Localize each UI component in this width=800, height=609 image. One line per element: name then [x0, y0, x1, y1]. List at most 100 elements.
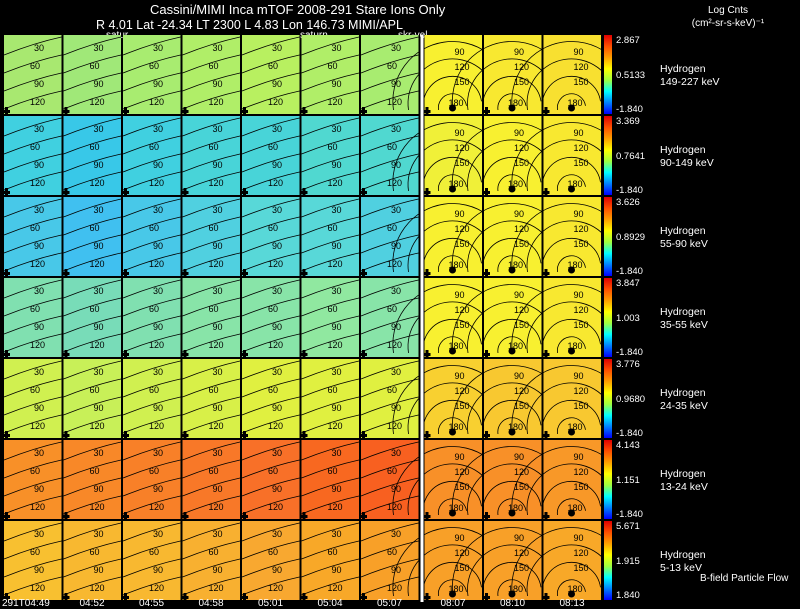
contour-label: 90 — [213, 160, 223, 170]
colorbar-min-value: -1.840 — [616, 104, 643, 115]
contour-label: 120 — [387, 178, 402, 188]
contour-label: 90 — [455, 47, 465, 57]
cross-marker — [302, 350, 306, 359]
contour-label: 90 — [455, 533, 465, 543]
heatmap-panel: 306090120 — [359, 521, 419, 602]
contour-label: 60 — [387, 142, 397, 152]
contour-label: 90 — [34, 565, 44, 575]
contour-label: 30 — [332, 529, 342, 539]
contour-label: 30 — [153, 43, 163, 53]
contour-label: 90 — [34, 241, 44, 251]
heatmap-panel: 306090120 — [180, 440, 241, 521]
heatmap-panel: 306090120 — [121, 116, 181, 197]
cross-marker — [302, 188, 306, 197]
heatmap-panel: 306090120 — [180, 116, 241, 197]
cross-marker — [485, 350, 488, 359]
contour-label: 90 — [455, 209, 465, 219]
contour-label: 60 — [149, 61, 159, 71]
cross-marker — [544, 512, 548, 521]
cross-marker — [5, 269, 8, 278]
contour-label: 120 — [328, 97, 343, 107]
colorbar-max-value: 4.143 — [616, 440, 640, 451]
cross-marker — [183, 593, 187, 602]
contour-label: 30 — [213, 43, 223, 53]
contour-label: 30 — [153, 286, 163, 296]
contour-label: 30 — [272, 529, 282, 539]
heatmap-panel: 306090120 — [61, 197, 122, 278]
energy-range: 13-24 keV — [660, 481, 708, 493]
time-label: 05:04 — [317, 598, 343, 609]
cross-marker — [183, 350, 187, 359]
cross-marker — [362, 431, 365, 440]
cross-marker — [64, 107, 68, 116]
contour-label: 60 — [328, 547, 338, 557]
contour-label: 60 — [209, 304, 219, 314]
contour-label: 120 — [328, 421, 343, 431]
heatmap-panel: 306090120 — [180, 197, 241, 278]
cross-marker — [183, 269, 187, 278]
heatmap-panel: 306090120 — [299, 359, 360, 440]
contour-label: 30 — [153, 124, 163, 134]
cross-marker — [5, 188, 8, 197]
contour-label: 60 — [90, 142, 100, 152]
colorbar-mid-value: 0.9680 — [616, 393, 646, 405]
sun-marker — [568, 104, 575, 112]
contour-label: 60 — [149, 142, 159, 152]
contour-label: 120 — [149, 340, 164, 350]
contour-label: 30 — [34, 205, 44, 215]
contour-label: 150 — [574, 320, 589, 330]
contour-label: 60 — [30, 304, 40, 314]
cross-marker — [362, 350, 365, 359]
heatmap-panel: 306090120 — [359, 116, 419, 197]
species-name: Hydrogen — [660, 144, 706, 156]
contour-label: 90 — [34, 484, 44, 494]
contour-label: 60 — [387, 223, 397, 233]
heatmap-panel: 306090120 — [2, 521, 62, 602]
contour-label: 90 — [153, 79, 163, 89]
contour-label: 120 — [455, 143, 470, 153]
contour-label: 120 — [268, 583, 283, 593]
contour-label: 150 — [574, 239, 589, 249]
contour-label: 30 — [272, 367, 282, 377]
contour-label: 30 — [94, 448, 104, 458]
species-name: Hydrogen — [660, 468, 706, 480]
cross-marker — [425, 431, 429, 440]
contour-label: 120 — [209, 178, 224, 188]
contour-label: 90 — [574, 47, 584, 57]
colorbar-min-value: 1.840 — [616, 590, 640, 601]
heatmap-panel: 306090120 — [180, 521, 241, 602]
contour-label: 120 — [268, 178, 283, 188]
cross-marker — [64, 431, 68, 440]
heatmap-panel: 306090120 — [180, 278, 241, 359]
contour-label: 60 — [90, 61, 100, 71]
contour-label: 30 — [213, 448, 223, 458]
contour-label: 60 — [90, 304, 100, 314]
cross-marker — [64, 593, 68, 602]
contour-label: 30 — [272, 448, 282, 458]
contour-label: 120 — [574, 305, 589, 315]
contour-label: 120 — [387, 97, 402, 107]
cross-marker — [243, 350, 246, 359]
cross-marker — [544, 350, 548, 359]
heatmap-panel: 306090120 — [121, 521, 181, 602]
species-label: Hydrogen 55-90 keV — [660, 225, 708, 251]
contour-label: 120 — [455, 467, 470, 477]
contour-label: 120 — [514, 143, 529, 153]
contour-label: 60 — [90, 466, 100, 476]
contour-label: 90 — [574, 290, 584, 300]
contour-label: 90 — [574, 128, 584, 138]
contour-label: 90 — [272, 79, 282, 89]
heatmap-panel: 306090120 — [61, 521, 122, 602]
colorbar-max-value: 3.776 — [616, 359, 640, 370]
contour-label: 120 — [149, 259, 164, 269]
cross-marker — [425, 107, 429, 116]
contour-label: 90 — [34, 79, 44, 89]
contour-label: 90 — [455, 290, 465, 300]
contour-label: 60 — [268, 385, 278, 395]
sun-marker — [568, 509, 575, 517]
time-label: 291T04:49 — [2, 598, 50, 609]
heatmap-panel: 306090120 — [240, 278, 300, 359]
contour-label: 90 — [332, 565, 342, 575]
heatmap-panel: 306090120 — [359, 35, 419, 116]
heatmap-panel: 306090120 — [61, 116, 122, 197]
